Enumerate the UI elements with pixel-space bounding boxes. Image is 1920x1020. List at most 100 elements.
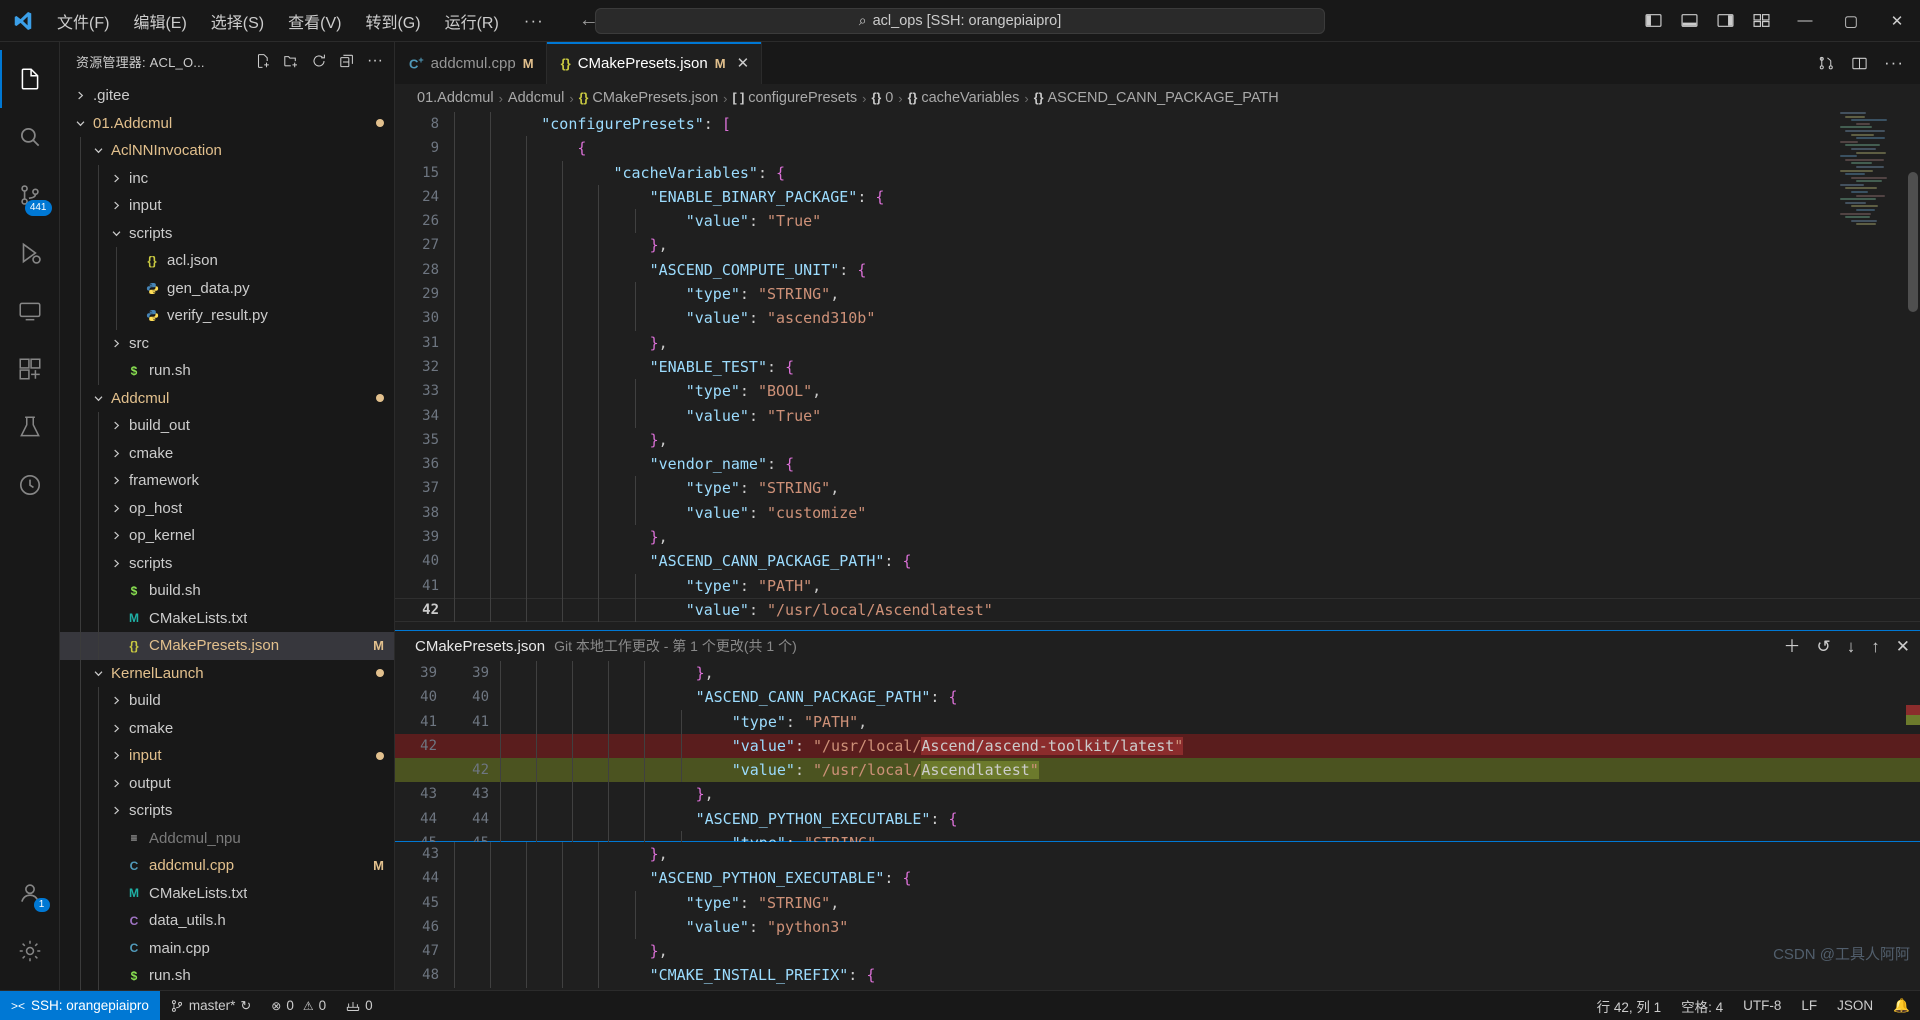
tree-item-op-kernel[interactable]: op_kernel [60,522,394,550]
more-actions-icon[interactable]: ··· [1884,53,1904,73]
menu-more-button[interactable]: ··· [512,9,556,33]
toggle-primary-sidebar-icon[interactable] [1642,12,1664,30]
previous-change-icon[interactable]: ↑ [1871,638,1880,655]
status-problems[interactable]: ⊗ 0 ⚠ 0 [261,991,336,1020]
code-editor-bottom[interactable]: 43}, 44 "ASCEND_PYTHON_EXECUTABLE": {45 "ty… [395,842,1920,990]
file-tree[interactable]: .gitee 01.Addcmul AclNNInvocation inc input s… [60,80,394,990]
toggle-panel-icon[interactable] [1678,12,1700,30]
status-remote-indicator[interactable]: >< SSH: orangepiaipro [0,990,160,1020]
next-change-icon[interactable]: ↓ [1847,638,1856,655]
tree-item-src[interactable]: src [60,329,394,357]
activity-search[interactable] [0,108,60,166]
tree-item-cmake[interactable]: cmake [60,714,394,742]
tree-item-framework[interactable]: framework [60,467,394,495]
tree-item-cmake[interactable]: cmake [60,439,394,467]
tree-item-build-out[interactable]: build_out [60,412,394,440]
breadcrumb-item[interactable]: [ ] configurePresets [732,90,857,106]
breadcrumb-item[interactable]: {} CMakePresets.json [579,90,718,106]
revert-icon[interactable]: ↺ [1817,638,1831,655]
tree-item-cmakelists-txt[interactable]: M CMakeLists.txt [60,604,394,632]
menu-view[interactable]: 查看(V) [277,5,352,37]
chevron-right-icon[interactable] [108,503,124,514]
chevron-down-icon[interactable] [90,393,106,404]
new-folder-icon[interactable] [278,49,304,73]
chevron-right-icon[interactable] [108,805,124,816]
collapse-all-icon[interactable] [334,49,360,73]
tree-item-input[interactable]: input [60,742,394,770]
tab-cmakepresets-json[interactable]: {} CMakePresets.json M ✕ [546,42,763,84]
chevron-right-icon[interactable] [108,778,124,789]
tree-item--gitee[interactable]: .gitee [60,82,394,110]
status-encoding[interactable]: UTF-8 [1733,991,1791,1020]
tree-item-run-sh[interactable]: $ run.sh [60,357,394,385]
refresh-icon[interactable] [306,49,332,73]
menu-selection[interactable]: 选择(S) [200,5,275,37]
tree-item-cmakepresets-json[interactable]: {} CMakePresets.json M [60,632,394,660]
tree-item-op-host[interactable]: op_host [60,494,394,522]
chevron-right-icon[interactable] [108,723,124,734]
tree-item-output[interactable]: output [60,769,394,797]
status-notifications[interactable]: 🔔 [1883,991,1920,1020]
chevron-right-icon[interactable] [108,475,124,486]
chevron-right-icon[interactable] [108,558,124,569]
chevron-down-icon[interactable] [90,668,106,679]
customize-layout-icon[interactable] [1750,12,1772,30]
chevron-right-icon[interactable] [108,530,124,541]
activity-timeline[interactable] [0,456,60,514]
status-branch[interactable]: master* ↻ [160,991,261,1020]
toggle-secondary-sidebar-icon[interactable] [1714,12,1736,30]
activity-explorer[interactable] [0,50,60,108]
tree-item-addcmul[interactable]: Addcmul [60,384,394,412]
breadcrumb[interactable]: 01.Addcmul › Addcmul ›{} CMakePresets.json ›[… [395,84,1920,112]
sync-icon[interactable]: ↻ [240,998,251,1014]
menu-file[interactable]: 文件(F) [46,5,120,37]
maximize-button[interactable]: ▢ [1828,0,1874,42]
tree-item-input[interactable]: input [60,192,394,220]
close-button[interactable]: ✕ [1874,0,1920,42]
activity-run-debug[interactable] [0,224,60,282]
tree-item-cmakelists-txt[interactable]: M CMakeLists.txt [60,879,394,907]
chevron-down-icon[interactable] [72,118,88,129]
activity-extensions[interactable] [0,340,60,398]
status-indentation[interactable]: 空格: 4 [1671,991,1733,1020]
tree-item-data-utils-h[interactable]: Cdata_utils.h [60,907,394,935]
chevron-right-icon[interactable] [108,338,124,349]
new-file-icon[interactable] [250,49,276,73]
chevron-right-icon[interactable] [108,448,124,459]
chevron-right-icon[interactable] [108,173,124,184]
tree-item-inc[interactable]: inc [60,164,394,192]
code-editor-top[interactable]: 8 "configurePresets": [9{15 "cacheVariable… [395,112,1920,630]
breadcrumb-item[interactable]: {} ASCEND_CANN_PACKAGE_PATH [1034,90,1279,106]
activity-source-control[interactable]: 441 [0,166,60,224]
tree-item-scripts[interactable]: scripts [60,797,394,825]
tab-addcmul-cpp[interactable]: C+ addcmul.cpp M [395,42,547,84]
tab-close-icon[interactable]: ✕ [737,54,750,72]
tree-item-scripts[interactable]: scripts [60,549,394,577]
chevron-right-icon[interactable] [108,420,124,431]
tree-item-acl-json[interactable]: {} acl.json [60,247,394,275]
split-editor-icon[interactable] [1851,55,1868,72]
tree-item-build-sh[interactable]: $ build.sh [60,577,394,605]
tree-item-main-cpp[interactable]: Cmain.cpp [60,934,394,962]
activity-remote-explorer[interactable] [0,282,60,340]
activity-manage[interactable] [0,922,60,980]
menu-edit[interactable]: 编辑(E) [122,5,197,37]
chevron-right-icon[interactable] [108,200,124,211]
tree-item-build[interactable]: build [60,687,394,715]
status-language-mode[interactable]: JSON [1827,991,1883,1020]
breadcrumb-item[interactable]: {} 0 [871,90,893,106]
quick-search-input[interactable]: ⌕ acl_ops [SSH: orangepiaipro] [595,7,1325,34]
chevron-right-icon[interactable] [108,750,124,761]
chevron-down-icon[interactable] [90,145,106,156]
menu-go[interactable]: 转到(G) [354,5,431,37]
status-cursor-position[interactable]: 行 42, 列 1 [1587,991,1672,1020]
chevron-down-icon[interactable] [108,228,124,239]
chevron-right-icon[interactable] [108,695,124,706]
breadcrumb-item[interactable]: Addcmul [508,90,564,106]
minimize-button[interactable]: — [1782,0,1828,42]
tree-item-scripts[interactable]: scripts [60,219,394,247]
more-actions-icon[interactable]: ··· [362,49,388,73]
activity-accounts[interactable]: 1 [0,864,60,922]
open-changes-icon[interactable] [1818,55,1835,72]
activity-testing[interactable] [0,398,60,456]
